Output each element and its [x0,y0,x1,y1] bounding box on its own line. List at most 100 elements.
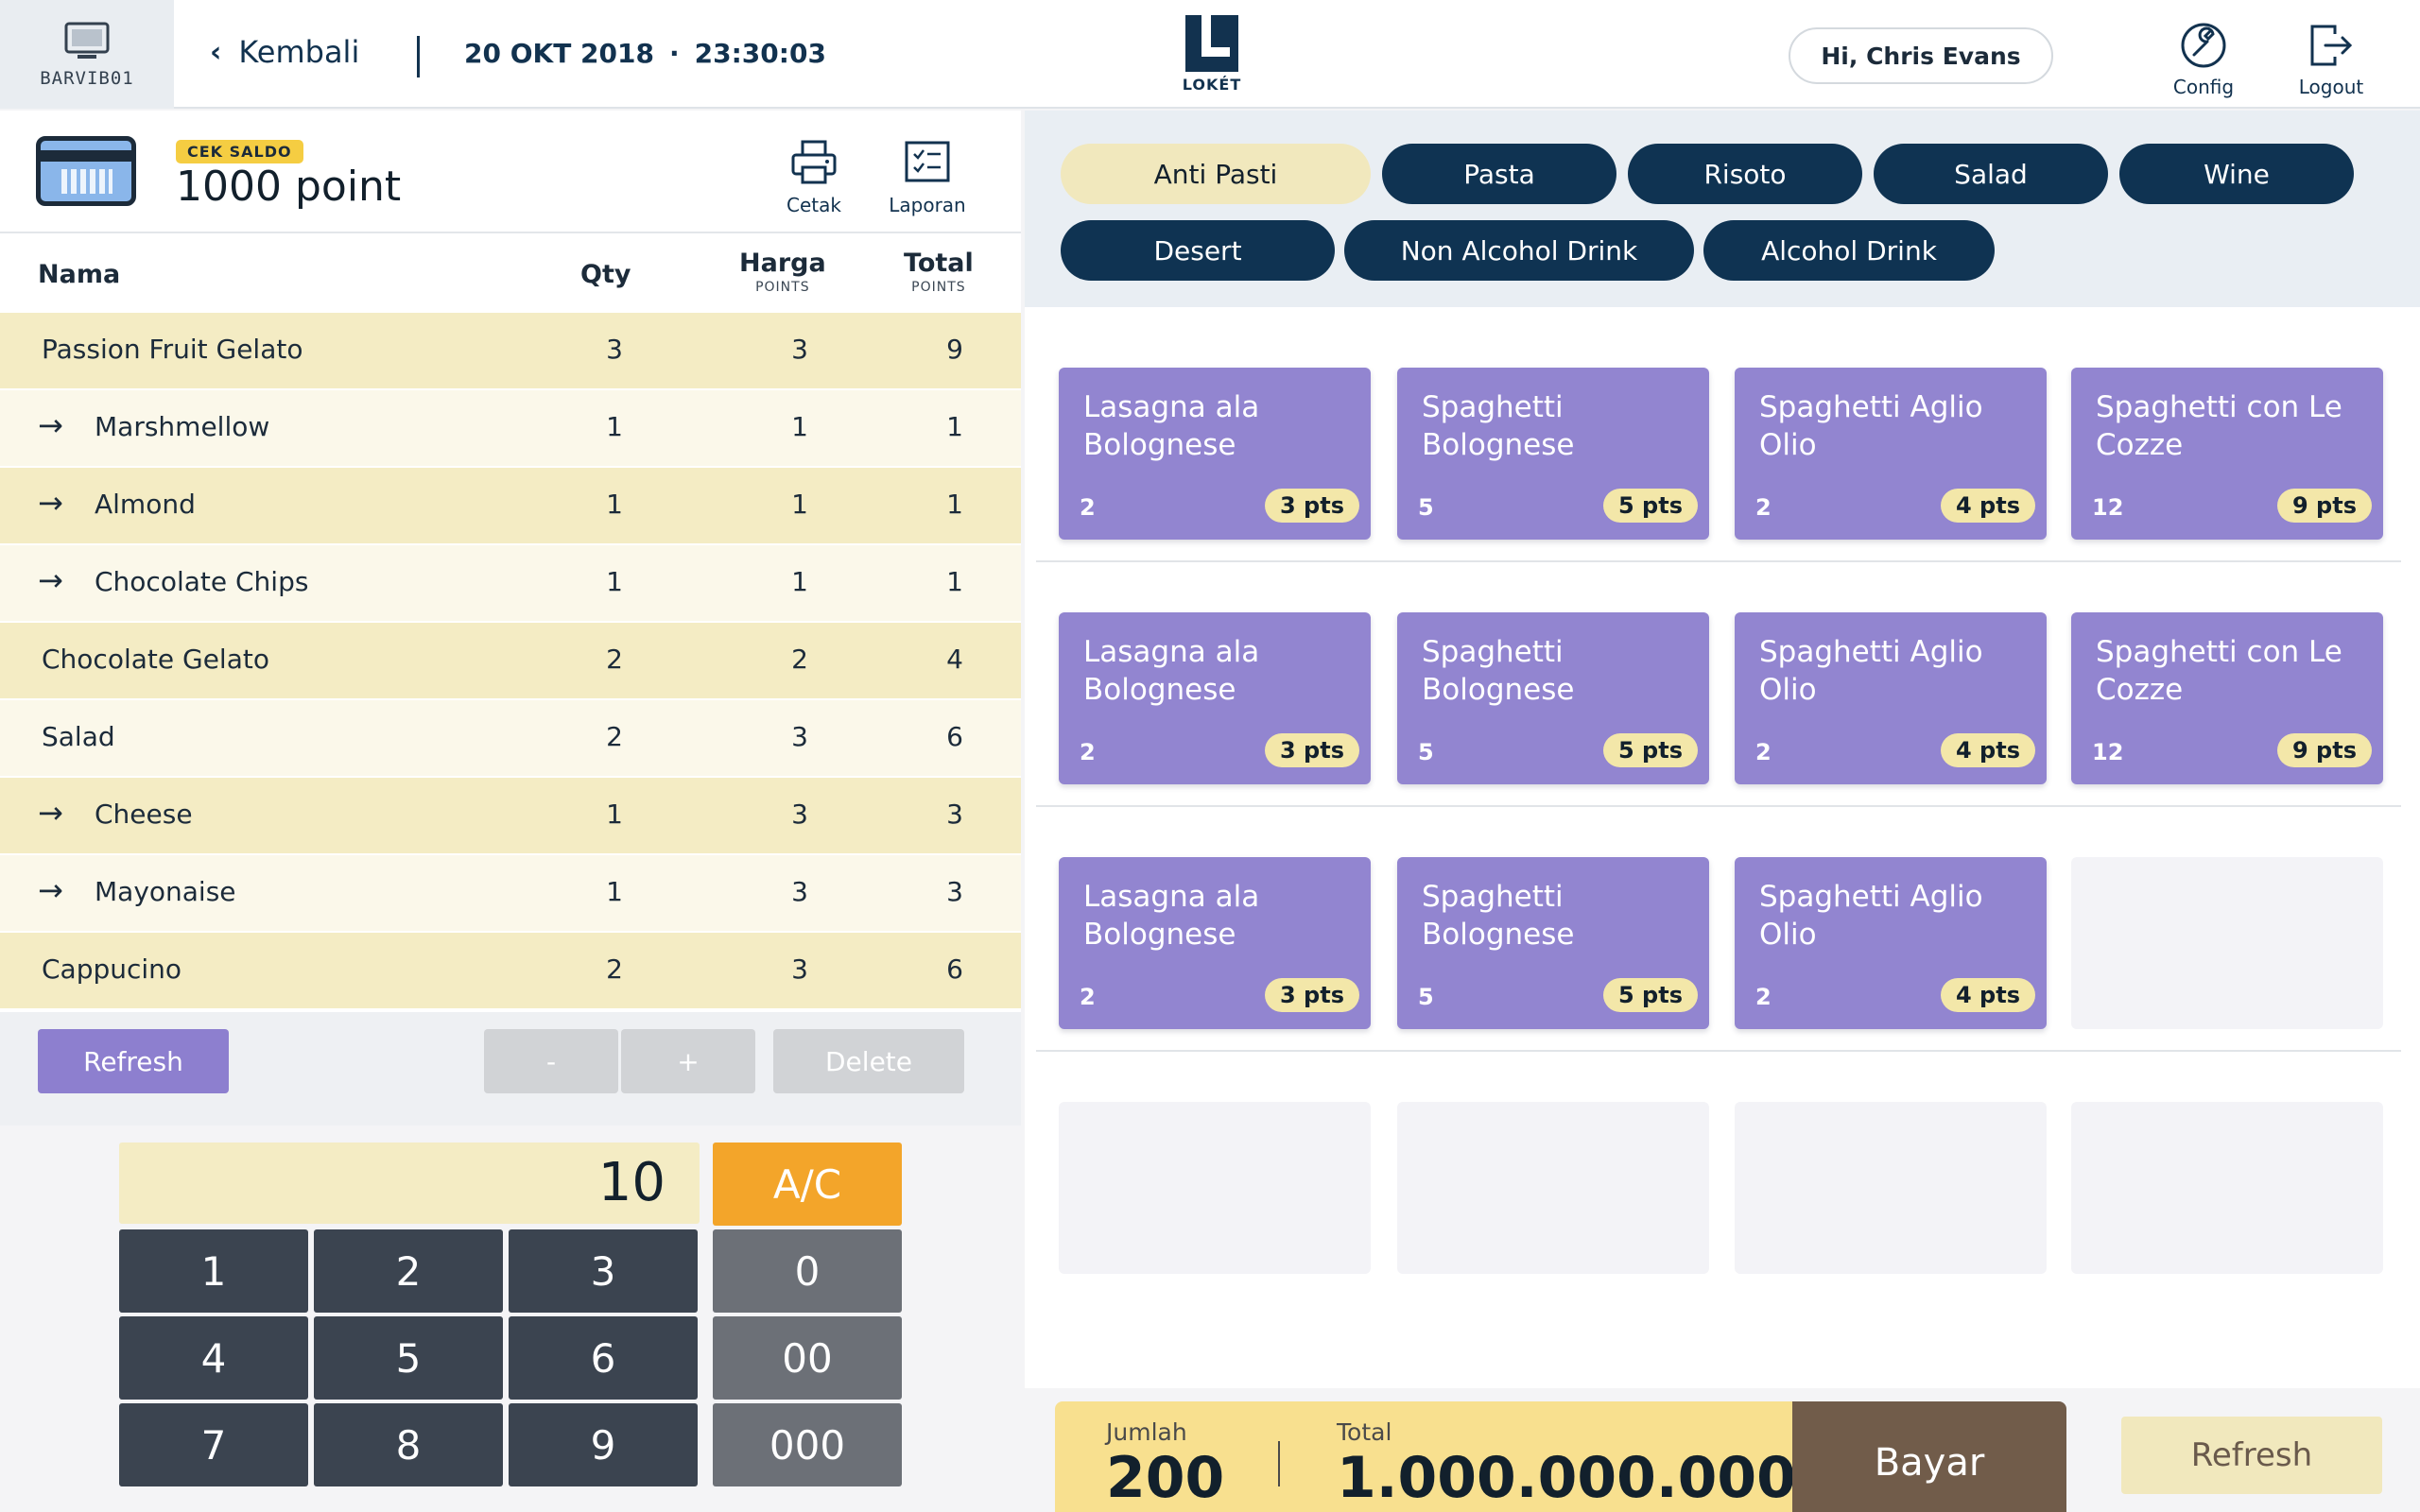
increase-button[interactable]: + [621,1029,755,1093]
menu-item-qty: 2 [1080,739,1096,765]
item-name: Salad [42,721,115,752]
refresh-summary-button[interactable]: Refresh [2121,1417,2382,1494]
item-price: 1 [791,566,808,597]
category-anti-pasti[interactable]: Anti Pasti [1061,144,1371,204]
item-name: Marshmellow [95,411,270,442]
menu-item-name: Spaghetti Aglio Olio [1759,880,1983,952]
menu-item-tile[interactable]: Spaghetti Aglio Olio 2 4 pts [1735,612,2047,784]
check-balance-badge[interactable]: CEK SALDO [176,140,303,163]
order-summary: Jumlah 200 Total 1.000.000.000 [1055,1401,1796,1512]
menu-item-tile[interactable]: Lasagna ala Bolognese 2 3 pts [1059,612,1371,784]
category-pasta[interactable]: Pasta [1382,144,1616,204]
category-alcohol-drink[interactable]: Alcohol Drink [1703,220,1995,281]
order-row-addon[interactable]: → Marshmellow 1 1 1 [0,390,1021,468]
pay-button[interactable]: Bayar [1792,1401,2066,1512]
back-button[interactable]: ‹ Kembali [210,34,359,70]
category-desert[interactable]: Desert [1061,220,1335,281]
arrow-right-icon: → [38,872,63,908]
logout-label: Logout [2298,76,2364,98]
key-7[interactable]: 7 [119,1403,308,1486]
checkout-bar: Jumlah 200 Total 1.000.000.000 Bayar Ref… [1025,1388,2420,1512]
key-3[interactable]: 3 [509,1229,698,1313]
report-button[interactable]: Laporan [875,139,979,216]
col-price: Harga POINTS [739,249,826,295]
refresh-order-button[interactable]: Refresh [38,1029,229,1093]
menu-item-name: Lasagna ala Bolognese [1083,390,1260,462]
menu-item-qty: 2 [1080,494,1096,521]
count-value: 200 [1106,1445,1225,1511]
order-row[interactable]: Cappucino 2 3 6 [0,933,1021,1010]
menu-item-tile[interactable]: Lasagna ala Bolognese 2 3 pts [1059,368,1371,540]
menu-grid: Lasagna ala Bolognese 2 3 pts Spaghetti Bol… [1025,307,2420,1388]
config-label: Config [2172,76,2235,98]
print-button[interactable]: Cetak [762,139,866,216]
category-wine[interactable]: Wine [2119,144,2354,204]
menu-item-qty: 5 [1418,984,1434,1010]
item-price: 3 [791,954,808,985]
menu-item-qty: 2 [1755,739,1772,765]
order-row[interactable]: Chocolate Gelato 2 2 4 [0,623,1021,700]
key-9[interactable]: 9 [509,1403,698,1486]
keypad: 10 A/C 1 2 3 0 4 5 6 00 7 8 9 000 [0,1125,1021,1512]
printer-icon [791,140,837,184]
report-label: Laporan [889,194,966,216]
menu-item-name: Spaghetti Bolognese [1422,635,1575,707]
item-name: Almond [95,489,196,520]
category-salad[interactable]: Salad [1874,144,2108,204]
key-0[interactable]: 0 [713,1229,902,1313]
logout-button[interactable]: Logout [2279,21,2383,98]
delete-button[interactable]: Delete [773,1029,964,1093]
key-5[interactable]: 5 [314,1316,503,1400]
logo-icon [1185,15,1238,72]
count-label: Jumlah [1106,1418,1187,1446]
key-1[interactable]: 1 [119,1229,308,1313]
empty-tile-slot [2071,1102,2383,1274]
menu-item-tile[interactable]: Lasagna ala Bolognese 2 3 pts [1059,857,1371,1029]
menu-item-tile[interactable]: Spaghetti con Le Cozze 12 9 pts [2071,612,2383,784]
menu-item-tile[interactable]: Spaghetti Aglio Olio 2 4 pts [1735,368,2047,540]
menu-item-points: 5 pts [1603,489,1698,523]
item-qty: 1 [606,876,623,907]
row-divider [1036,560,2401,562]
device-indicator[interactable]: BARVIB01 [0,0,174,109]
order-row-addon[interactable]: → Mayonaise 1 3 3 [0,855,1021,933]
menu-item-points: 3 pts [1265,978,1359,1012]
key-000[interactable]: 000 [713,1403,902,1486]
config-button[interactable]: Config [2152,21,2256,98]
clear-key[interactable]: A/C [713,1143,902,1226]
order-row-addon[interactable]: → Chocolate Chips 1 1 1 [0,545,1021,623]
brand-name: LOKÉT [1182,76,1242,94]
arrow-right-icon: → [38,407,63,443]
menu-item-tile[interactable]: Spaghetti Bolognese 5 5 pts [1397,612,1709,784]
user-greeting[interactable]: Hi, Chris Evans [1789,27,2053,84]
menu-item-tile[interactable]: Spaghetti Aglio Olio 2 4 pts [1735,857,2047,1029]
key-4[interactable]: 4 [119,1316,308,1400]
col-price-label: Harga [739,249,826,278]
arrow-right-icon: → [38,562,63,598]
menu-item-tile[interactable]: Spaghetti Bolognese 5 5 pts [1397,368,1709,540]
order-row[interactable]: Passion Fruit Gelato 3 3 9 [0,313,1021,390]
row-divider [1036,805,2401,807]
category-non-alcohol-drink[interactable]: Non Alcohol Drink [1344,220,1694,281]
menu-item-points: 4 pts [1941,733,2035,767]
item-total: 4 [946,644,963,675]
wrench-icon [2181,23,2226,68]
decrease-button[interactable]: - [484,1029,618,1093]
key-2[interactable]: 2 [314,1229,503,1313]
item-qty: 3 [606,334,623,365]
key-00[interactable]: 00 [713,1316,902,1400]
menu-item-tile[interactable]: Spaghetti con Le Cozze 12 9 pts [2071,368,2383,540]
order-row-addon[interactable]: → Almond 1 1 1 [0,468,1021,545]
key-6[interactable]: 6 [509,1316,698,1400]
summary-divider [1278,1441,1280,1486]
item-qty: 1 [606,411,623,442]
balance-value: 1000 point [176,163,402,211]
order-row[interactable]: Salad 2 3 6 [0,700,1021,778]
col-total: Total POINTS [904,249,974,295]
time-text: 23:30:03 [694,38,826,69]
menu-item-tile[interactable]: Spaghetti Bolognese 5 5 pts [1397,857,1709,1029]
menu-item-points: 4 pts [1941,978,2035,1012]
order-row-addon[interactable]: → Cheese 1 3 3 [0,778,1021,855]
key-8[interactable]: 8 [314,1403,503,1486]
category-risoto[interactable]: Risoto [1628,144,1862,204]
